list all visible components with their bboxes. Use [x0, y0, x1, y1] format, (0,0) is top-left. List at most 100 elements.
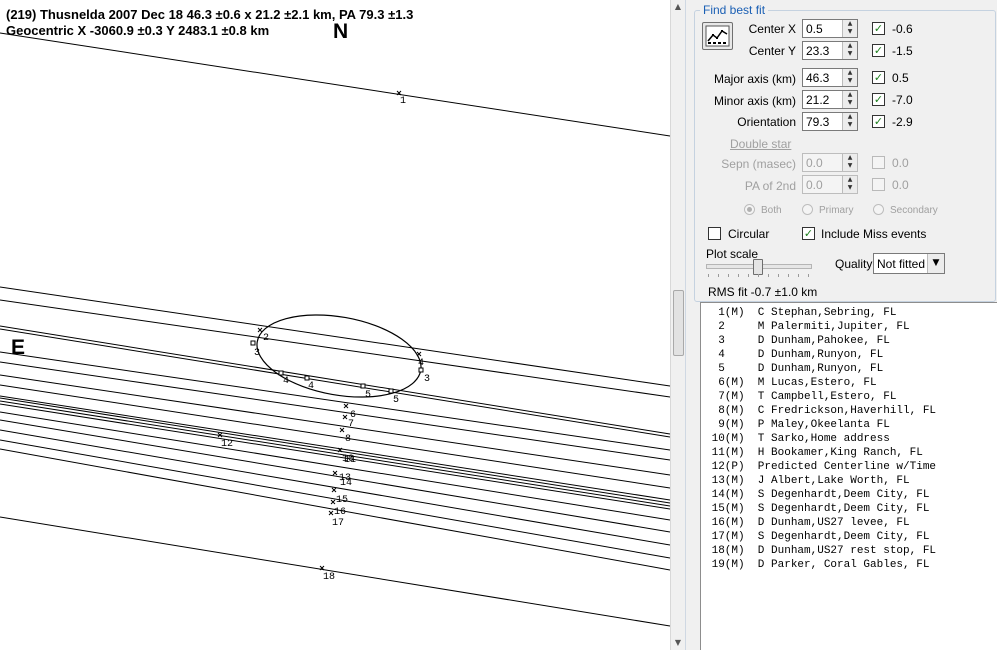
- orientation-spinner[interactable]: 79.3 ▲ ▼: [802, 112, 858, 131]
- separation-checkbox[interactable]: [872, 156, 885, 169]
- chord-line-2: [0, 286, 670, 387]
- chord-label: 18: [323, 572, 335, 583]
- quality-select[interactable]: Not fitted ▼: [873, 253, 945, 274]
- list-item[interactable]: 8(M) C Fredrickson,Haverhill, FL: [701, 404, 997, 418]
- major-axis-checkbox[interactable]: ✓: [872, 71, 885, 84]
- separation-spinner[interactable]: 0.0 ▲ ▼: [802, 153, 858, 172]
- scroll-up-icon[interactable]: ▲: [671, 0, 685, 14]
- slider-tick: [748, 274, 749, 277]
- list-item[interactable]: 3 D Dunham,Pahokee, FL: [701, 334, 997, 348]
- center-y-checkbox[interactable]: ✓: [872, 44, 885, 57]
- minor-axis-checkbox[interactable]: ✓: [872, 93, 885, 106]
- spinner-buttons[interactable]: ▲ ▼: [842, 91, 857, 108]
- list-item[interactable]: 17(M) S Degenhardt,Deem City, FL: [701, 530, 997, 544]
- spinner-buttons[interactable]: ▲ ▼: [842, 176, 857, 193]
- spin-down-icon[interactable]: ▼: [843, 50, 857, 58]
- circular-checkbox[interactable]: [708, 227, 721, 240]
- major-axis-spinner[interactable]: 46.3 ▲ ▼: [802, 68, 858, 87]
- center-x-spinner[interactable]: 0.5 ▲ ▼: [802, 19, 858, 38]
- circular-label: Circular: [728, 227, 770, 241]
- plot-canvas: 1 2 3 4 4 5 5 4 3 6 7 8 10 11 12 13 14 1…: [0, 32, 670, 627]
- slider-tick: [728, 274, 729, 277]
- spinner-buttons[interactable]: ▲ ▼: [842, 69, 857, 86]
- spin-up-icon[interactable]: ▲: [843, 20, 857, 28]
- pa-second-checkbox[interactable]: [872, 178, 885, 191]
- north-label: N: [333, 20, 349, 43]
- chart-fit-icon: [705, 25, 730, 47]
- plot-scale-slider-thumb[interactable]: [753, 259, 763, 275]
- list-item[interactable]: 5 D Dunham,Runyon, FL: [701, 362, 997, 376]
- list-item[interactable]: 1(M) C Stephan,Sebring, FL: [701, 306, 997, 320]
- geocentric-coordinates: Geocentric X -3060.9 ±0.3 Y 2483.1 ±0.8 …: [6, 23, 270, 38]
- slider-tick: [768, 274, 769, 277]
- fit-button[interactable]: [702, 22, 733, 50]
- chord-label: 7: [348, 419, 354, 430]
- radio-primary-label: Primary: [819, 205, 854, 216]
- spin-up-icon[interactable]: ▲: [843, 91, 857, 99]
- list-item[interactable]: 9(M) P Maley,Okeelanta FL: [701, 418, 997, 432]
- include-miss-checkbox[interactable]: ✓: [802, 227, 815, 240]
- spinner-buttons[interactable]: ▲ ▼: [842, 113, 857, 130]
- chord-label: 3: [424, 374, 430, 385]
- chord-label: 16: [334, 507, 346, 518]
- spin-down-icon[interactable]: ▼: [843, 184, 857, 192]
- group-title: Find best fit: [700, 3, 769, 17]
- chord-label: 11: [344, 455, 356, 466]
- spin-down-icon[interactable]: ▼: [843, 28, 857, 36]
- scroll-down-icon[interactable]: ▼: [671, 636, 685, 650]
- radio-both[interactable]: [744, 204, 755, 215]
- spin-down-icon[interactable]: ▼: [843, 162, 857, 170]
- list-item[interactable]: 12(P) Predicted Centerline w/Time: [701, 460, 997, 474]
- list-item[interactable]: 10(M) T Sarko,Home address: [701, 432, 997, 446]
- list-item[interactable]: 19(M) D Parker, Coral Gables, FL: [701, 558, 997, 572]
- spinner-buttons[interactable]: ▲ ▼: [842, 20, 857, 37]
- radio-primary[interactable]: [802, 204, 813, 215]
- scrollbar-thumb[interactable]: [673, 290, 684, 356]
- east-label: E: [11, 336, 26, 359]
- chord-label: 5: [393, 395, 399, 406]
- chord-label: 4: [283, 376, 289, 387]
- quality-value: Not fitted: [877, 257, 926, 271]
- center-y-label: Center Y: [748, 44, 796, 58]
- pa-second-spinner[interactable]: 0.0 ▲ ▼: [802, 175, 858, 194]
- spin-up-icon[interactable]: ▲: [843, 154, 857, 162]
- spin-up-icon[interactable]: ▲: [843, 69, 857, 77]
- list-item[interactable]: 16(M) D Dunham,US27 levee, FL: [701, 516, 997, 530]
- slider-tick: [798, 274, 799, 277]
- chord-label: 15: [336, 495, 348, 506]
- list-item[interactable]: 14(M) S Degenhardt,Deem City, FL: [701, 488, 997, 502]
- spin-down-icon[interactable]: ▼: [843, 121, 857, 129]
- list-item[interactable]: 6(M) M Lucas,Estero, FL: [701, 376, 997, 390]
- spinner-value: 79.3: [806, 115, 830, 129]
- event-marker: [343, 403, 349, 409]
- list-item[interactable]: 4 D Dunham,Runyon, FL: [701, 348, 997, 362]
- list-item[interactable]: 7(M) T Campbell,Estero, FL: [701, 390, 997, 404]
- spin-up-icon[interactable]: ▲: [843, 176, 857, 184]
- spin-down-icon[interactable]: ▼: [843, 99, 857, 107]
- radio-secondary[interactable]: [873, 204, 884, 215]
- list-item[interactable]: 11(M) H Bookamer,King Ranch, FL: [701, 446, 997, 460]
- list-item[interactable]: 2 M Palermiti,Jupiter, FL: [701, 320, 997, 334]
- chevron-down-icon[interactable]: ▼: [927, 254, 944, 273]
- list-item[interactable]: 18(M) D Dunham,US27 rest stop, FL: [701, 544, 997, 558]
- spinner-buttons[interactable]: ▲ ▼: [842, 154, 857, 171]
- event-marker: [328, 510, 334, 516]
- center-x-checkbox[interactable]: ✓: [872, 22, 885, 35]
- orientation-checkbox[interactable]: ✓: [872, 115, 885, 128]
- spinner-value: 0.0: [806, 156, 823, 170]
- list-item[interactable]: 15(M) S Degenhardt,Deem City, FL: [701, 502, 997, 516]
- double-star-link[interactable]: Double star: [730, 137, 791, 151]
- minor-axis-spinner[interactable]: 21.2 ▲ ▼: [802, 90, 858, 109]
- spinner-value: 0.0: [806, 178, 823, 192]
- spinner-value: 23.3: [806, 44, 830, 58]
- list-item[interactable]: 13(M) J Albert,Lake Worth, FL: [701, 474, 997, 488]
- spinner-buttons[interactable]: ▲ ▼: [842, 42, 857, 59]
- spin-up-icon[interactable]: ▲: [843, 113, 857, 121]
- event-marker: [250, 340, 256, 346]
- plot-scrollbar[interactable]: ▲ ▼: [670, 0, 685, 650]
- events-list[interactable]: 1(M) C Stephan,Sebring, FL 2 M Palermiti…: [700, 302, 997, 650]
- major-axis-residual: 0.5: [892, 71, 909, 85]
- spin-down-icon[interactable]: ▼: [843, 77, 857, 85]
- spin-up-icon[interactable]: ▲: [843, 42, 857, 50]
- center-y-spinner[interactable]: 23.3 ▲ ▼: [802, 41, 858, 60]
